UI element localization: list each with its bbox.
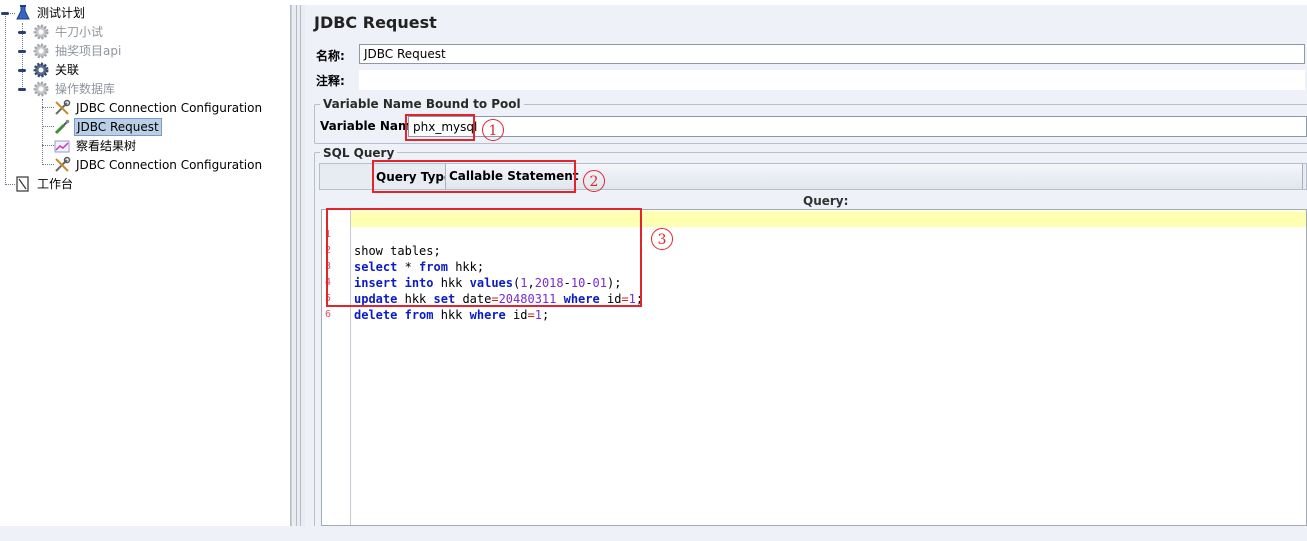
tree-connector	[42, 99, 43, 165]
annotation-marker-3: 3	[651, 228, 673, 250]
tree-node-thread-group[interactable]: 关联	[32, 61, 81, 79]
tree-node-label: 牛刀小试	[55, 25, 104, 39]
workbench-icon	[14, 175, 32, 193]
name-label: 名称:	[316, 49, 345, 63]
tree-node-view-results-tree[interactable]: 察看结果树	[53, 137, 138, 155]
query-label: Query:	[803, 194, 849, 208]
annotation-box-query-type	[372, 160, 576, 193]
tree-node-jdbc-connection-config[interactable]: JDBC Connection Configuration	[53, 99, 264, 117]
variable-name-label: Variable Name	[320, 119, 419, 133]
gear-icon	[32, 42, 50, 60]
annotation-marker-1: 1	[482, 119, 504, 141]
test-plan-tree[interactable]: 测试计划 牛刀小试 抽奖项目api 关联 操作数据库 JDBC Connecti…	[0, 5, 291, 526]
gear-icon	[32, 80, 50, 98]
wrench-screwdriver-icon	[53, 99, 71, 117]
tree-node-thread-group[interactable]: 操作数据库	[32, 80, 117, 98]
comment-label: 注释:	[316, 74, 345, 88]
tree-node-label: 关联	[55, 63, 80, 77]
line-number: 6	[325, 309, 332, 320]
annotation-box-variable-name	[405, 114, 475, 141]
tree-node-label: 操作数据库	[55, 82, 116, 96]
jdbc-request-panel: JDBC Request 名称: JDBC Request 注释: Variab…	[305, 5, 1307, 528]
code-text: delete from hkk where id=1;	[354, 308, 550, 322]
tree-node-label: JDBC Connection Configuration	[76, 158, 263, 172]
chart-icon	[53, 137, 71, 155]
tree-node-test-plan[interactable]: 测试计划	[14, 4, 87, 22]
comment-input[interactable]	[359, 70, 1305, 90]
expand-toggle[interactable]	[18, 31, 26, 34]
tree-node-label: 察看结果树	[76, 139, 137, 153]
gear-icon	[32, 23, 50, 41]
tree-node-thread-group[interactable]: 牛刀小试	[32, 23, 105, 41]
tree-node-label: JDBC Connection Configuration	[76, 101, 263, 115]
variable-name-input[interactable]: phx_mysql	[408, 116, 1307, 137]
expand-toggle[interactable]	[18, 69, 26, 72]
flask-icon	[14, 4, 32, 22]
pipette-icon	[53, 118, 71, 136]
pane-splitter[interactable]	[291, 5, 306, 526]
tree-node-jdbc-request[interactable]: JDBC Request	[53, 118, 162, 136]
tree-node-label: 工作台	[37, 177, 74, 191]
bottom-strip	[0, 526, 1307, 541]
tree-node-jdbc-connection-config[interactable]: JDBC Connection Configuration	[53, 156, 264, 174]
expand-toggle[interactable]	[18, 50, 26, 53]
pool-legend: Variable Name Bound to Pool	[320, 97, 524, 111]
annotation-box-query	[326, 208, 642, 307]
panel-title: JDBC Request	[314, 13, 437, 32]
gear-icon	[32, 61, 50, 79]
expand-toggle[interactable]	[1, 12, 9, 15]
name-input[interactable]: JDBC Request	[359, 44, 1305, 64]
tree-node-label: JDBC Request	[74, 118, 162, 136]
tree-connector	[5, 13, 6, 185]
tree-node-label: 抽奖项目api	[55, 44, 122, 58]
expand-toggle[interactable]	[18, 88, 26, 91]
tree-node-workbench[interactable]: 工作台	[14, 175, 75, 193]
annotation-marker-2: 2	[583, 170, 605, 192]
tree-node-thread-group[interactable]: 抽奖项目api	[32, 42, 123, 60]
tree-node-label: 测试计划	[37, 6, 86, 20]
wrench-screwdriver-icon	[53, 156, 71, 174]
sql-legend: SQL Query	[320, 146, 398, 160]
